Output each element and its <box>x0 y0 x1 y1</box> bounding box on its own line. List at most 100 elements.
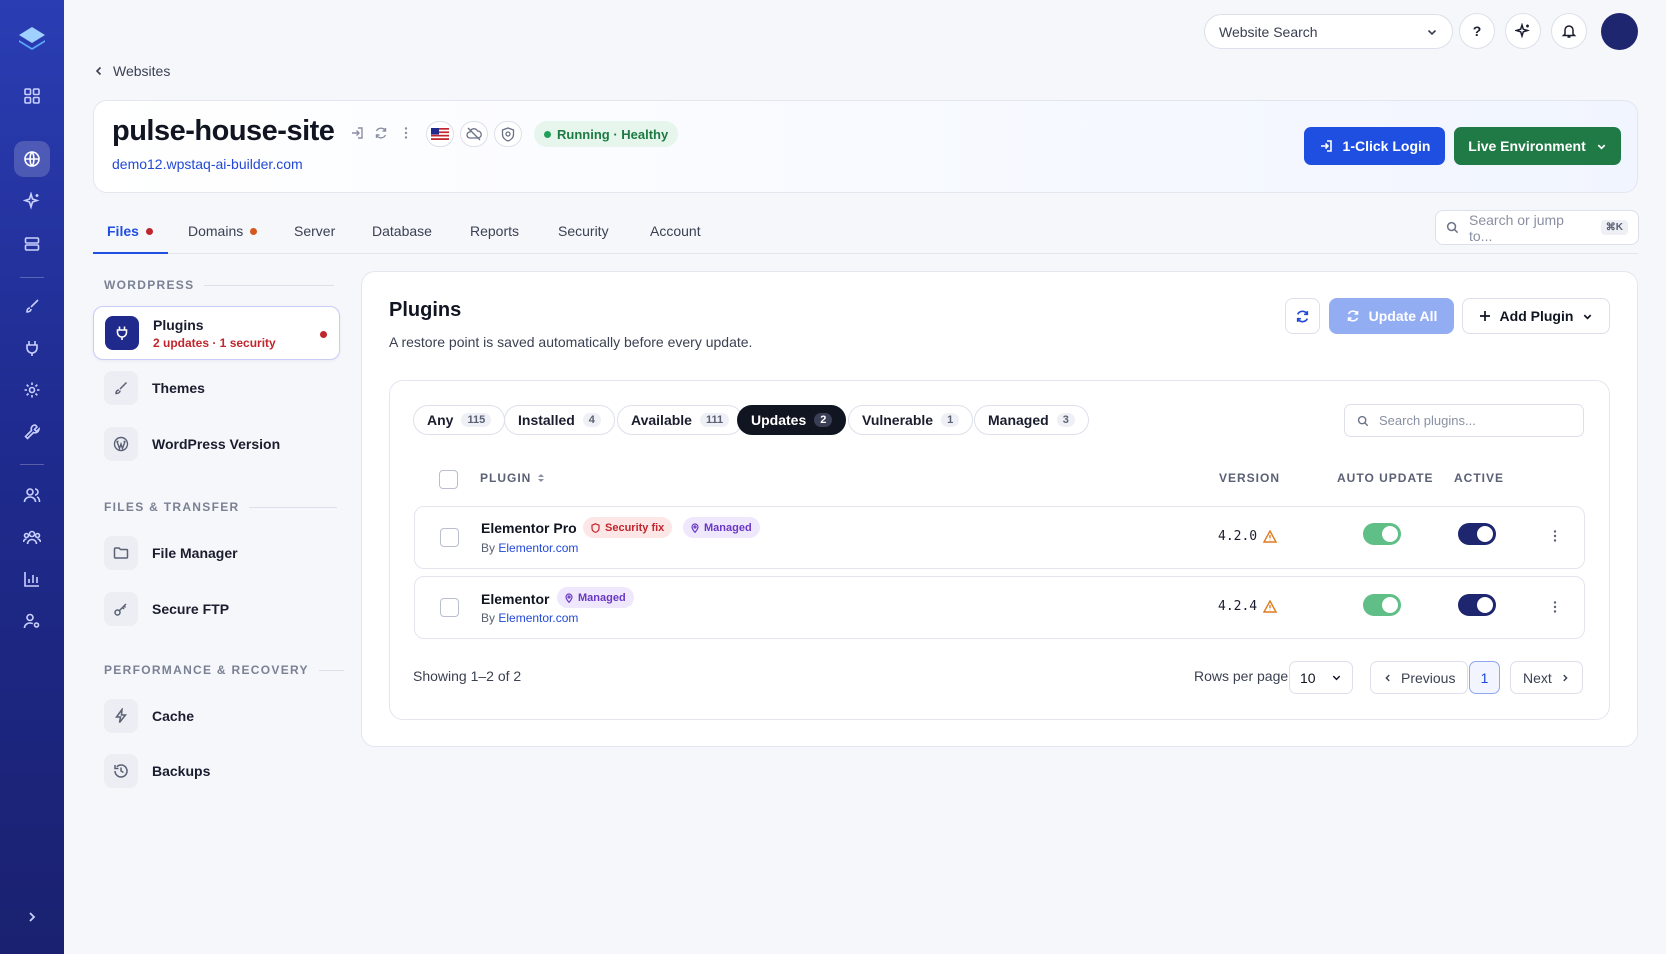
plugin-version-value: 4.2.4 <box>1218 599 1258 614</box>
one-click-login-button[interactable]: 1-Click Login <box>1304 127 1445 165</box>
help-label: ? <box>1472 23 1482 39</box>
column-plugin[interactable]: PLUGIN <box>480 471 545 485</box>
expand-chevron-icon[interactable] <box>14 899 50 935</box>
tab-files[interactable]: Files <box>107 223 153 239</box>
status-dot <box>544 130 551 138</box>
filter-updates[interactable]: Updates 2 <box>737 405 847 435</box>
dashboard-grid-icon[interactable] <box>14 78 50 114</box>
shortcut-hint: ⌘K <box>1600 220 1628 235</box>
team-icon[interactable] <box>14 519 50 555</box>
managed-label: Managed <box>704 521 752 534</box>
tab-server-label: Server <box>294 223 336 239</box>
refresh-button[interactable] <box>1285 298 1320 334</box>
active-toggle[interactable] <box>1458 523 1496 545</box>
sidebar-item-wordpress-version[interactable]: WordPress Version <box>93 417 340 471</box>
rows-per-page-select[interactable]: 10 <box>1289 661 1353 694</box>
more-vertical-icon[interactable] <box>1549 529 1561 543</box>
chevron-down-icon <box>1596 141 1607 152</box>
login-arrow-icon[interactable] <box>350 126 364 140</box>
more-vertical-icon[interactable] <box>399 126 413 140</box>
toggle-knob <box>1382 526 1398 542</box>
row-checkbox[interactable] <box>440 598 459 617</box>
sidebar-item-file-manager[interactable]: File Manager <box>93 526 340 580</box>
avatar[interactable] <box>1601 13 1638 50</box>
refresh-icon[interactable] <box>374 126 388 140</box>
sidebar-item-themes-label: Themes <box>152 380 205 396</box>
select-all-checkbox[interactable] <box>439 470 458 489</box>
plugin-author-link[interactable]: Elementor.com <box>498 611 578 625</box>
filter-updates-label: Updates <box>751 412 807 428</box>
more-vertical-icon[interactable] <box>1549 600 1561 614</box>
tab-database[interactable]: Database <box>372 223 432 239</box>
filter-installed[interactable]: Installed 4 <box>504 405 615 435</box>
server-icon[interactable] <box>14 226 50 262</box>
chevron-down-icon <box>1331 672 1342 683</box>
filter-any[interactable]: Any 115 <box>413 405 506 435</box>
brush-icon[interactable] <box>14 288 50 324</box>
user-settings-icon[interactable] <box>14 603 50 639</box>
jump-search-input[interactable]: Search or jump to... ⌘K <box>1435 210 1639 245</box>
rows-per-page-value: 10 <box>1300 669 1316 686</box>
filter-managed[interactable]: Managed 3 <box>974 405 1089 435</box>
security-fix-label: Security fix <box>605 521 665 534</box>
sidebar-item-themes[interactable]: Themes <box>93 361 340 415</box>
section-wordpress: WORDPRESS <box>104 278 335 292</box>
chart-icon[interactable] <box>14 561 50 597</box>
tab-security[interactable]: Security <box>558 223 609 239</box>
sparkle-icon <box>1515 23 1531 39</box>
tab-domains[interactable]: Domains <box>188 223 258 239</box>
plugin-author-prefix: By <box>481 611 496 625</box>
globe-icon[interactable] <box>14 141 50 177</box>
auto-update-toggle[interactable] <box>1363 523 1401 545</box>
sidebar-item-plugins[interactable]: Plugins 2 updates · 1 security <box>93 306 340 360</box>
sparkle-icon[interactable] <box>14 183 50 219</box>
notifications-button[interactable] <box>1551 13 1587 49</box>
help-button[interactable]: ? <box>1459 13 1495 49</box>
user-icon[interactable] <box>14 477 50 513</box>
page-title: Plugins <box>389 299 462 321</box>
next-page-button[interactable]: Next <box>1510 661 1583 694</box>
site-url-link[interactable]: demo12.wpstaq-ai-builder.com <box>112 156 303 172</box>
auto-update-toggle[interactable] <box>1363 594 1401 616</box>
warning-icon <box>1263 600 1278 613</box>
plugin-author-link[interactable]: Elementor.com <box>498 541 578 555</box>
tab-account[interactable]: Account <box>650 223 701 239</box>
app-logo[interactable] <box>15 22 49 56</box>
website-search-select[interactable]: Website Search <box>1204 14 1453 49</box>
row-checkbox[interactable] <box>440 528 459 547</box>
column-auto-update: AUTO UPDATE <box>1337 471 1434 485</box>
gear-icon[interactable] <box>14 372 50 408</box>
breadcrumb[interactable]: Websites <box>93 63 170 79</box>
page-number-button[interactable]: 1 <box>1469 661 1500 694</box>
plugin-name: Elementor Pro <box>481 520 577 536</box>
sidebar-item-cache[interactable]: Cache <box>93 689 340 743</box>
folder-icon <box>104 536 138 570</box>
refresh-icon <box>1295 309 1310 324</box>
tab-reports[interactable]: Reports <box>470 223 519 239</box>
tab-database-label: Database <box>372 223 432 239</box>
tab-reports-label: Reports <box>470 223 520 239</box>
one-click-login-label: 1-Click Login <box>1342 138 1431 154</box>
update-all-button[interactable]: Update All <box>1329 298 1454 334</box>
sidebar-item-backups[interactable]: Backups <box>93 744 340 798</box>
filter-installed-count: 4 <box>582 413 601 427</box>
active-toggle[interactable] <box>1458 594 1496 616</box>
column-plugin-label: PLUGIN <box>480 471 532 485</box>
tab-server[interactable]: Server <box>294 223 335 239</box>
ai-assistant-button[interactable] <box>1505 13 1541 49</box>
managed-badge: Managed <box>683 517 760 538</box>
filter-vulnerable[interactable]: Vulnerable 1 <box>848 405 974 435</box>
shield-icon <box>591 522 600 533</box>
wrench-icon[interactable] <box>14 414 50 450</box>
breadcrumb-websites[interactable]: Websites <box>113 63 170 79</box>
live-environment-button[interactable]: Live Environment <box>1454 127 1621 165</box>
previous-page-button[interactable]: Previous <box>1370 661 1469 694</box>
shield-icon <box>494 121 522 147</box>
plug-icon[interactable] <box>14 330 50 366</box>
add-plugin-button[interactable]: Add Plugin <box>1462 298 1610 334</box>
filter-available[interactable]: Available 111 <box>617 405 744 435</box>
plugin-search-input[interactable]: Search plugins... <box>1344 404 1584 437</box>
chevron-left-icon <box>1383 673 1393 683</box>
plugin-name: Elementor <box>481 591 550 607</box>
sidebar-item-secure-ftp[interactable]: Secure FTP <box>93 582 340 636</box>
